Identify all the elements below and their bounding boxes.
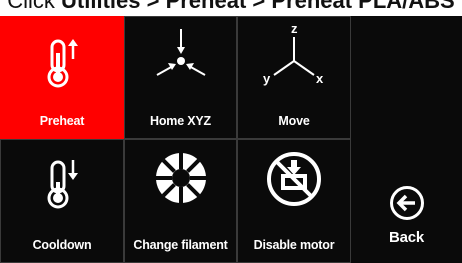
instruction-path: Utilities > Preheat > Preheat PLA/ABS bbox=[61, 0, 455, 13]
change-filament-button[interactable]: Change filament bbox=[124, 139, 237, 263]
preheat-label: Preheat bbox=[39, 114, 85, 128]
printer-touchscreen: Preheat Home XYZ z x y Move Cooldown Cha… bbox=[0, 16, 462, 263]
filament-spool-icon bbox=[155, 153, 206, 203]
svg-text:x: x bbox=[316, 71, 324, 86]
cooldown-button[interactable]: Cooldown bbox=[0, 139, 124, 263]
instruction-prefix: Click bbox=[7, 0, 62, 13]
thermometer-down-icon bbox=[47, 160, 78, 209]
home-xyz-button[interactable]: Home XYZ bbox=[124, 16, 237, 139]
disable-motor-button[interactable]: Disable motor bbox=[237, 139, 351, 263]
instruction-caption: Click Utilities > Preheat > Preheat PLA/… bbox=[0, 0, 462, 16]
thermometer-up-icon bbox=[47, 39, 78, 88]
back-label: Back bbox=[388, 229, 425, 246]
preheat-button[interactable]: Preheat bbox=[0, 16, 124, 139]
axes-icon: z x y bbox=[263, 21, 324, 86]
move-button[interactable]: z x y Move bbox=[237, 16, 351, 139]
disable-motor-icon bbox=[267, 152, 321, 206]
cooldown-label: Cooldown bbox=[32, 238, 92, 252]
move-label: Move bbox=[278, 114, 310, 128]
back-arrow-icon bbox=[389, 186, 424, 220]
home-xyz-label: Home XYZ bbox=[150, 114, 211, 128]
back-button[interactable]: Back bbox=[351, 16, 462, 263]
home-xyz-icon bbox=[156, 29, 205, 76]
svg-text:z: z bbox=[291, 21, 298, 36]
svg-text:y: y bbox=[263, 71, 271, 86]
disable-motor-label: Disable motor bbox=[253, 238, 335, 252]
change-filament-label: Change filament bbox=[133, 238, 228, 252]
